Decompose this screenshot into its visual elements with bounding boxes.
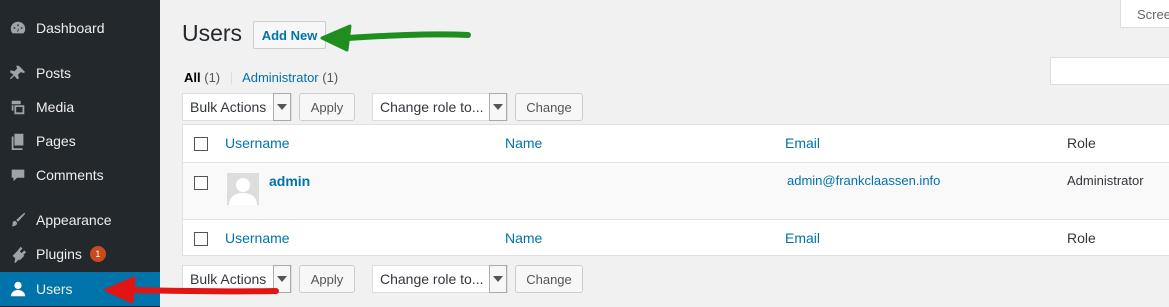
comment-icon: [0, 166, 36, 184]
column-role-footer: Role: [1067, 230, 1096, 246]
bulk-actions-select-top[interactable]: Bulk Actions: [182, 93, 292, 121]
filter-administrator-count: (1): [322, 70, 339, 85]
column-role: Role: [1067, 135, 1096, 151]
table-footer-row: Username Name Email Role: [183, 220, 1169, 257]
filter-all-count: (1): [204, 70, 221, 85]
plugin-update-badge: 1: [89, 246, 106, 262]
change-button-bottom[interactable]: Change: [515, 265, 583, 293]
change-role-label: Change role to...: [380, 99, 484, 115]
sidebar-item-label: Pages: [36, 133, 76, 149]
chevron-down-icon: [273, 93, 291, 121]
chevron-down-icon: [489, 265, 507, 293]
select-all-checkbox-bottom[interactable]: [194, 232, 208, 246]
sidebar-item-appearance[interactable]: Appearance: [0, 203, 160, 237]
pages-icon: [0, 132, 36, 150]
sidebar-item-media[interactable]: Media: [0, 90, 160, 124]
media-icon: [0, 98, 36, 116]
column-email-footer[interactable]: Email: [785, 230, 820, 246]
bulk-actions-select-bottom[interactable]: Bulk Actions: [182, 265, 292, 293]
filter-administrator-link[interactable]: Administrator: [242, 70, 319, 85]
page-title: Users: [182, 20, 243, 46]
user-icon: [0, 280, 36, 298]
sidebar-item-label: Plugins: [36, 246, 82, 262]
chevron-down-icon: [489, 93, 507, 121]
avatar: [227, 173, 259, 205]
green-arrow-icon: [320, 24, 471, 52]
add-new-button[interactable]: Add New: [253, 21, 326, 49]
table-row: admin admin@frankclaassen.info Administr…: [183, 162, 1169, 220]
sidebar-item-posts[interactable]: Posts: [0, 56, 160, 90]
column-name-footer[interactable]: Name: [505, 230, 542, 246]
sidebar-item-comments[interactable]: Comments: [0, 158, 160, 192]
bulk-actions-label: Bulk Actions: [190, 99, 267, 115]
column-email[interactable]: Email: [785, 135, 820, 151]
sidebar-item-label: Dashboard: [36, 20, 105, 36]
filter-all-link[interactable]: All: [184, 70, 201, 85]
change-role-select-top[interactable]: Change role to...: [372, 93, 508, 121]
filter-separator: |: [229, 70, 234, 85]
sidebar-item-label: Posts: [36, 65, 72, 81]
username-link[interactable]: admin: [269, 173, 310, 189]
apply-button-top[interactable]: Apply: [299, 93, 355, 121]
plugin-icon: [0, 245, 36, 263]
change-button-top[interactable]: Change: [515, 93, 583, 121]
role-filter-links: All (1) | Administrator (1): [184, 70, 338, 85]
search-input[interactable]: [1050, 57, 1169, 85]
dashboard-icon: [0, 19, 36, 37]
select-all-checkbox[interactable]: [194, 137, 208, 151]
column-name[interactable]: Name: [505, 135, 542, 151]
column-username[interactable]: Username: [225, 135, 290, 151]
screen-options-button[interactable]: Scree: [1120, 0, 1169, 28]
sidebar-item-label: Media: [36, 99, 75, 115]
chevron-down-icon: [273, 265, 291, 293]
email-link[interactable]: admin@frankclaassen.info: [787, 173, 940, 188]
role-value: Administrator: [1067, 173, 1144, 188]
change-role-label: Change role to...: [380, 271, 484, 287]
sidebar-item-plugins[interactable]: Plugins 1: [0, 237, 160, 271]
sidebar-item-label: Users: [36, 281, 73, 297]
brush-icon: [0, 211, 36, 229]
sidebar-item-label: Appearance: [36, 212, 112, 228]
pin-icon: [0, 64, 36, 82]
apply-button-bottom[interactable]: Apply: [299, 265, 355, 293]
sidebar-item-pages[interactable]: Pages: [0, 124, 160, 158]
change-role-select-bottom[interactable]: Change role to...: [372, 265, 508, 293]
sidebar-item-label: Comments: [36, 167, 104, 183]
admin-sidebar: Dashboard Posts Media Pages Comments App…: [0, 0, 160, 307]
sidebar-item-users[interactable]: Users: [0, 272, 160, 306]
users-table: Username Name Email Role admin admin@fra…: [182, 124, 1169, 256]
bulk-actions-label: Bulk Actions: [190, 271, 267, 287]
table-header-row: Username Name Email Role: [183, 125, 1169, 162]
row-checkbox[interactable]: [194, 176, 208, 190]
sidebar-item-dashboard[interactable]: Dashboard: [0, 11, 160, 45]
column-username-footer[interactable]: Username: [225, 230, 290, 246]
